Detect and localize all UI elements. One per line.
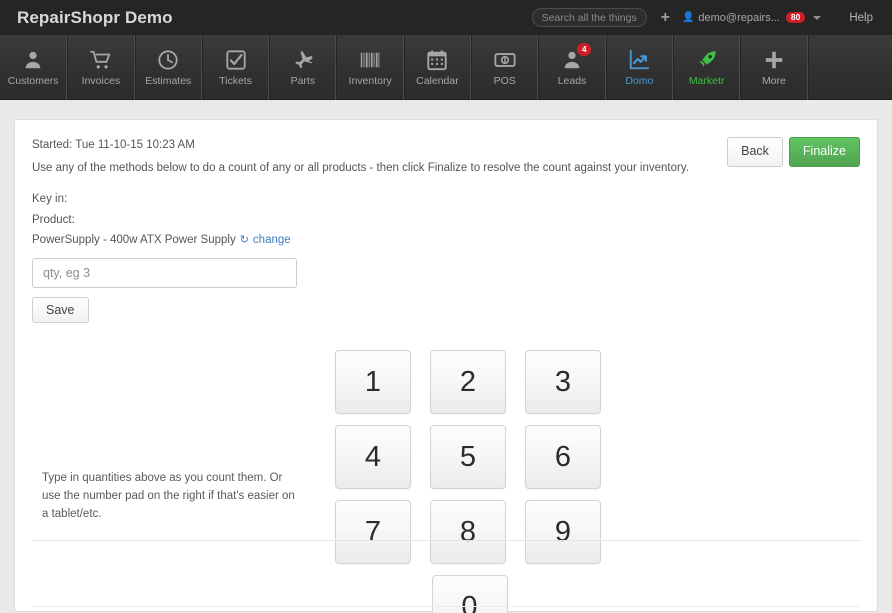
nav-item-label: Parts: [290, 74, 316, 87]
nav-item-estimates[interactable]: Estimates: [134, 35, 202, 100]
user-account-label: demo@repairs...: [698, 11, 780, 24]
help-link[interactable]: Help: [823, 12, 892, 24]
nav-item-inventory[interactable]: Inventory: [336, 35, 404, 100]
user-notification-badge: 80: [785, 11, 806, 24]
nav-item-label: POS: [493, 74, 516, 87]
calendar-icon: [426, 49, 448, 71]
nav-item-label: Marketr: [688, 74, 725, 87]
panel-action-buttons: Back Finalize: [727, 137, 860, 167]
top-header-bar: RepairShopr Demo + 👤 demo@repairs... 80 …: [0, 0, 892, 35]
plus-icon: [763, 49, 785, 71]
nav-item-pos[interactable]: POS: [471, 35, 539, 100]
cart-icon: [89, 49, 112, 71]
barcode-icon: [359, 49, 381, 71]
numpad-key-8[interactable]: 8: [430, 500, 506, 564]
numpad-key-6[interactable]: 6: [525, 425, 601, 489]
nav-item-label: Estimates: [145, 74, 192, 87]
number-pad: 1234567890: [335, 350, 603, 613]
global-search-input[interactable]: [531, 8, 647, 27]
nav-item-leads[interactable]: Leads 4: [538, 35, 606, 100]
nav-item-label: Customers: [7, 74, 59, 87]
change-product-link[interactable]: change: [253, 233, 291, 249]
numpad-key-9[interactable]: 9: [525, 500, 601, 564]
numpad-key-5[interactable]: 5: [430, 425, 506, 489]
airplane-icon: [292, 49, 314, 71]
product-label: Product:: [32, 213, 75, 226]
numpad-row: 123: [335, 350, 603, 414]
nav-item-badge: 4: [577, 43, 592, 56]
save-button[interactable]: Save: [32, 296, 89, 323]
chevron-down-icon: [813, 15, 822, 20]
nav-item-tickets[interactable]: Tickets: [201, 35, 270, 100]
nav-item-label: Leads: [557, 74, 587, 87]
numpad-key-2[interactable]: 2: [430, 350, 506, 414]
numpad-row: 789: [335, 500, 603, 564]
numpad-key-1[interactable]: 1: [335, 350, 411, 414]
nav-item-marketr[interactable]: Marketr: [672, 35, 741, 100]
panel-bottom-divider: [32, 606, 860, 607]
nav-item-customers[interactable]: Customers: [0, 35, 68, 100]
rocket-icon: [696, 49, 718, 71]
nav-item-more[interactable]: More: [740, 35, 808, 100]
header-right-group: + 👤 demo@repairs... 80 Help: [531, 0, 892, 35]
checkbox-icon: [225, 49, 247, 71]
nav-item-label: Inventory: [348, 74, 392, 87]
section-divider: [32, 540, 860, 541]
nav-item-label: Domo: [625, 74, 654, 87]
numpad-key-4[interactable]: 4: [335, 425, 411, 489]
numpad-key-0[interactable]: 0: [431, 575, 508, 613]
numpad-key-3[interactable]: 3: [525, 350, 601, 414]
nav-spacer: [807, 35, 892, 99]
user-avatar-icon: 👤: [681, 12, 695, 23]
nav-item-label: Calendar: [416, 74, 459, 87]
chart-icon: [628, 49, 650, 71]
page-body: Back Finalize Started: Tue 11-10-15 10:2…: [0, 100, 892, 613]
inventory-count-panel: Back Finalize Started: Tue 11-10-15 10:2…: [14, 119, 878, 613]
numpad-row: 0: [335, 575, 603, 613]
nav-item-label: More: [761, 74, 786, 87]
sync-refresh-icon: ↻: [239, 234, 249, 247]
numpad-key-7[interactable]: 7: [335, 500, 411, 564]
numpad-row: 456: [335, 425, 603, 489]
nav-item-invoices[interactable]: Invoices: [67, 35, 135, 100]
selected-product-name: PowerSupply - 400w ATX Power Supply: [32, 234, 236, 247]
nav-item-label: Invoices: [81, 74, 121, 87]
quantity-input[interactable]: [32, 257, 297, 288]
finalize-button[interactable]: Finalize: [788, 137, 860, 167]
app-brand-title: RepairShopr Demo: [17, 7, 173, 27]
nav-item-calendar[interactable]: Calendar: [403, 35, 472, 100]
user-account-menu[interactable]: 👤 demo@repairs... 80: [682, 12, 823, 24]
main-navigation-bar: Customers Invoices Estimates Tickets Parts In…: [0, 35, 892, 100]
numpad-hint-text: Type in quantities above as you count th…: [42, 472, 295, 520]
money-icon: [494, 49, 516, 71]
person-icon: [22, 49, 44, 71]
key-in-label: Key in:: [32, 193, 68, 206]
clock-icon: [157, 49, 179, 71]
back-button[interactable]: Back: [727, 137, 783, 167]
selected-product-row: PowerSupply - 400w ATX Power Supply ↻ ch…: [32, 233, 860, 249]
add-new-icon[interactable]: +: [647, 9, 682, 26]
nav-item-domo[interactable]: Domo: [605, 35, 673, 100]
nav-item-parts[interactable]: Parts: [269, 35, 337, 100]
nav-item-label: Tickets: [219, 74, 252, 87]
